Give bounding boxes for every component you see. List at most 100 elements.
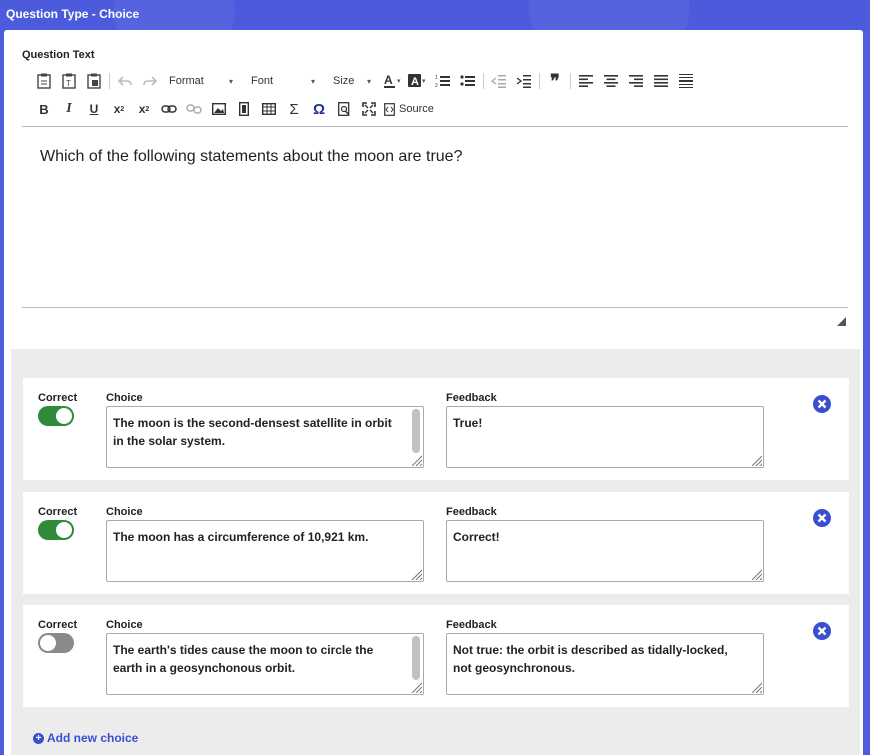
editor-resize-handle[interactable] (837, 317, 846, 326)
increase-indent-icon[interactable] (514, 71, 534, 91)
textarea-scrollbar[interactable] (412, 636, 420, 680)
italic-icon[interactable]: I (59, 99, 79, 119)
choice-text: The moon has a circumference of 10,921 k… (113, 530, 369, 544)
feedback-text: Not true: the orbit is described as tida… (453, 643, 728, 675)
plus-circle-icon: + (33, 732, 44, 744)
decrease-indent-icon[interactable] (489, 71, 509, 91)
chevron-down-icon: ▾ (228, 76, 233, 86)
link-icon[interactable] (159, 99, 179, 119)
resize-grip-icon[interactable] (410, 568, 422, 580)
question-text-label: Question Text (22, 49, 95, 61)
maximize-icon[interactable] (359, 99, 379, 119)
correct-toggle[interactable] (38, 406, 74, 426)
correct-toggle[interactable] (38, 520, 74, 540)
svg-text:▾: ▾ (422, 78, 426, 85)
choice-card: Correct Choice The moon is the second-de… (23, 378, 849, 480)
correct-toggle[interactable] (38, 633, 74, 653)
choice-label: Choice (106, 392, 143, 404)
toolbar-separator (570, 73, 571, 89)
underline-icon[interactable]: U (84, 99, 104, 119)
paste-word-icon[interactable] (84, 71, 104, 91)
paste-icon[interactable] (34, 71, 54, 91)
window-title: Question Type - Choice (6, 7, 140, 21)
feedback-label: Feedback (446, 619, 497, 631)
editor-toolbar-row-1: T Format ▾ Font ▾ Size ▾ A ▾ A ▾ 12 ❞ (34, 71, 701, 91)
source-button[interactable]: Source (384, 99, 434, 119)
feedback-label: Feedback (446, 392, 497, 404)
numbered-list-icon[interactable]: 12 (433, 71, 453, 91)
svg-text:T: T (66, 79, 71, 88)
choice-textarea[interactable]: The moon is the second-densest satellite… (106, 406, 424, 468)
toolbar-separator (539, 73, 540, 89)
svg-text:A: A (384, 73, 393, 87)
format-dropdown-label: Format (169, 75, 204, 87)
feedback-textarea[interactable]: Correct! (446, 520, 764, 582)
paste-text-icon[interactable]: T (59, 71, 79, 91)
table-icon[interactable] (259, 99, 279, 119)
choice-card: Correct Choice The moon has a circumfere… (23, 492, 849, 594)
toggle-knob (56, 522, 72, 538)
align-right-icon[interactable] (626, 71, 646, 91)
bold-icon[interactable]: B (34, 99, 54, 119)
choice-textarea[interactable]: The moon has a circumference of 10,921 k… (106, 520, 424, 582)
feedback-text: True! (453, 416, 483, 430)
font-dropdown-label: Font (251, 75, 274, 87)
sum-icon[interactable]: Σ (284, 99, 304, 119)
add-new-choice-label: Add new choice (47, 731, 139, 745)
remove-choice-icon[interactable] (812, 508, 832, 528)
undo-icon[interactable] (115, 71, 135, 91)
resize-grip-icon[interactable] (410, 454, 422, 466)
correct-label: Correct (38, 506, 78, 518)
horizontal-rule-icon[interactable] (676, 71, 696, 91)
choice-textarea[interactable]: The earth's tides cause the moon to circ… (106, 633, 424, 695)
toggle-knob (56, 408, 72, 424)
question-text-content[interactable]: Which of the following statements about … (40, 148, 462, 166)
size-dropdown[interactable]: Size ▾ (329, 71, 375, 91)
align-left-icon[interactable] (576, 71, 596, 91)
image-icon[interactable] (209, 99, 229, 119)
subscript-icon[interactable]: x2 (109, 99, 129, 119)
special-character-icon[interactable]: Ω (309, 99, 329, 119)
redo-icon[interactable] (140, 71, 160, 91)
svg-text:A: A (411, 76, 419, 88)
toggle-knob (40, 635, 56, 651)
choice-text: The moon is the second-densest satellite… (113, 416, 392, 448)
choice-card: Correct Choice The earth's tides cause t… (23, 605, 849, 707)
choice-label: Choice (106, 619, 143, 631)
add-new-choice-button[interactable]: + Add new choice (33, 731, 138, 745)
resize-grip-icon[interactable] (750, 681, 762, 693)
video-icon[interactable] (234, 99, 254, 119)
text-color-icon[interactable]: A ▾ (383, 71, 403, 91)
source-button-label: Source (399, 103, 434, 115)
format-dropdown[interactable]: Format ▾ (165, 71, 237, 91)
blockquote-icon[interactable]: ❞ (545, 71, 565, 91)
toolbar-separator (109, 73, 110, 89)
feedback-text: Correct! (453, 530, 500, 544)
resize-grip-icon[interactable] (750, 454, 762, 466)
preview-icon[interactable] (334, 99, 354, 119)
bulleted-list-icon[interactable] (458, 71, 478, 91)
remove-choice-icon[interactable] (812, 621, 832, 641)
resize-grip-icon[interactable] (410, 681, 422, 693)
svg-text:▾: ▾ (397, 78, 401, 85)
correct-label: Correct (38, 392, 78, 404)
unlink-icon[interactable] (184, 99, 204, 119)
resize-grip-icon[interactable] (750, 568, 762, 580)
svg-text:1: 1 (435, 75, 438, 81)
superscript-icon[interactable]: x2 (134, 99, 154, 119)
justify-icon[interactable] (651, 71, 671, 91)
font-dropdown[interactable]: Font ▾ (247, 71, 319, 91)
textarea-scrollbar[interactable] (412, 409, 420, 453)
remove-choice-icon[interactable] (812, 394, 832, 414)
feedback-textarea[interactable]: True! (446, 406, 764, 468)
choice-label: Choice (106, 506, 143, 518)
feedback-textarea[interactable]: Not true: the orbit is described as tida… (446, 633, 764, 695)
editor-divider (22, 126, 848, 127)
feedback-label: Feedback (446, 506, 497, 518)
choices-area: Correct Choice The moon is the second-de… (11, 349, 860, 755)
editor-bottom-border (22, 307, 848, 308)
question-panel: Question Text T Format ▾ Font ▾ Size ▾ A ▾ A… (4, 30, 863, 755)
background-color-icon[interactable]: A ▾ (408, 71, 428, 91)
align-center-icon[interactable] (601, 71, 621, 91)
correct-label: Correct (38, 619, 78, 631)
